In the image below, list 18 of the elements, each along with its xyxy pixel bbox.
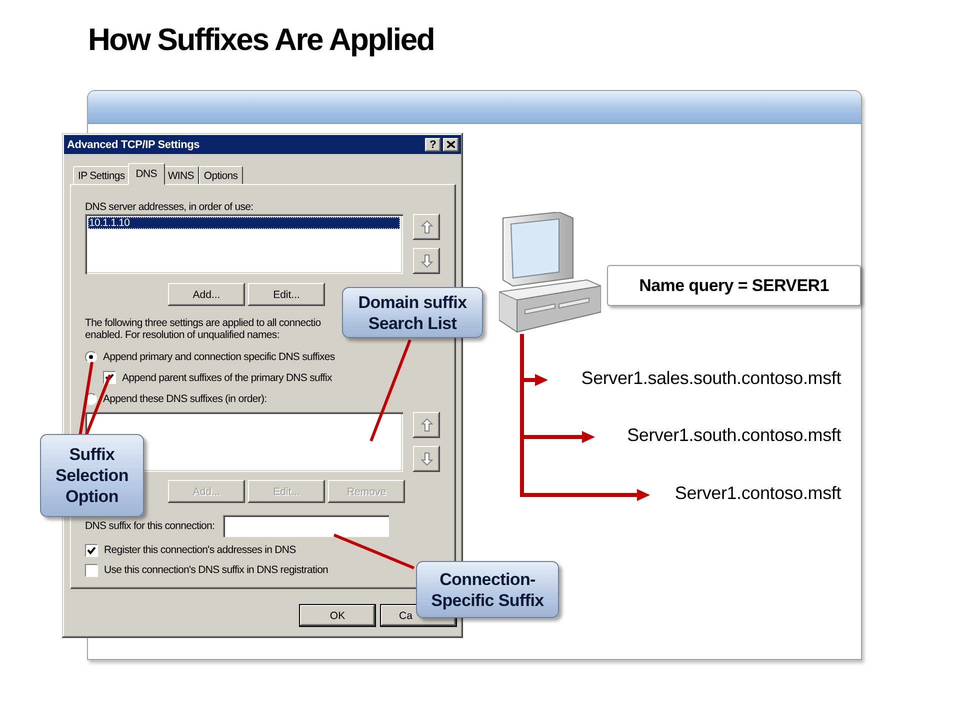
checkbox-label: Register this connection's addresses in DNS [104,544,296,556]
lookup-name: Server1.contoso.msft [674,483,841,504]
field-label: DNS server addresses, in order of use: [85,201,254,214]
checkbox-label: Use this connection's DNS suffix in DNS registration [104,564,328,576]
window-title: Advanced TCP/IP Settings [67,138,201,150]
description-text: enabled. For resolution of unqualified names: [85,329,280,341]
lookup-name: Server1.sales.south.contoso.msft [581,368,841,389]
lookup-name: Server1.south.contoso.msft [627,425,841,446]
option-label: Append primary and connection specific DNS suffixes [103,350,335,362]
slide-title: How Suffixes Are Applied [88,22,434,58]
option-label: Append these DNS suffixes (in order): [103,392,267,404]
callout-tooltip: Suffix Selection Option [40,434,144,517]
callout-tooltip: Connection- Specific Suffix [416,561,559,618]
query-label: Name query = SERVER1 [607,265,861,306]
field-label: DNS suffix for this connection: [85,520,215,532]
option-label: Append parent suffixes of the primary DNS suffix [122,372,332,384]
callout-tooltip: Domain suffix Search List [342,287,483,338]
description-text: The following three settings are applied to all connectio [85,317,321,329]
